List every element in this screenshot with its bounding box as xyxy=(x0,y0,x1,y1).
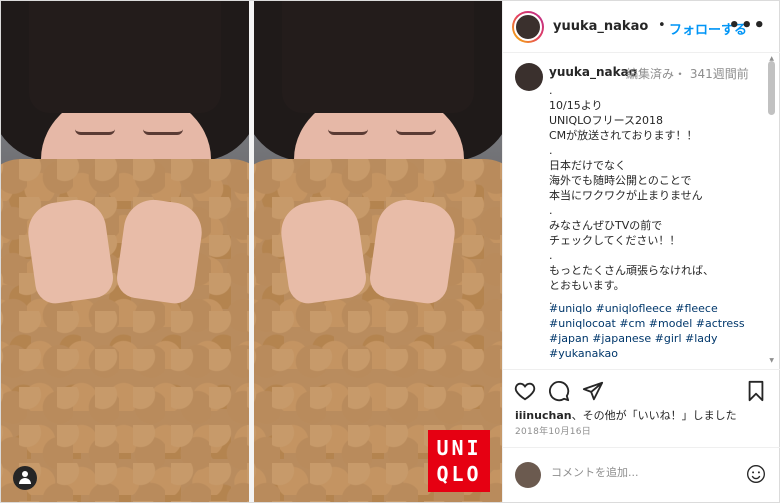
post-header: yuuka_nakao • フォローする ••• xyxy=(503,1,780,53)
likes-suffix[interactable]: 、その他が「いいね！」しました xyxy=(572,409,737,422)
post-sidebar: yuuka_nakao • フォローする ••• yuuka_nakao 編集済… xyxy=(502,1,780,502)
add-comment-bar xyxy=(503,447,780,502)
media-panel-left xyxy=(1,1,249,502)
post-media[interactable]: UNI QLO xyxy=(1,1,502,502)
caption-hashtags[interactable]: #uniqlo #uniqlofleece #fleece #uniqlocoa… xyxy=(549,301,759,361)
comments-area[interactable]: yuuka_nakao 編集済み・ 341週間前 . 10/15より UNIQL… xyxy=(503,53,780,369)
bookmark-icon[interactable] xyxy=(745,380,767,402)
comment-input[interactable] xyxy=(551,466,731,479)
avatar[interactable] xyxy=(512,11,544,43)
tag-user-icon[interactable] xyxy=(13,466,37,490)
share-icon[interactable] xyxy=(582,380,604,402)
action-bar xyxy=(503,369,780,405)
post-date[interactable]: 2018年10月16日 xyxy=(515,424,591,437)
scroll-down-arrow[interactable]: ▼ xyxy=(769,357,774,364)
caption-avatar[interactable] xyxy=(515,63,543,91)
header-username[interactable]: yuuka_nakao xyxy=(553,19,648,34)
caption-username[interactable]: yuuka_nakao xyxy=(549,65,637,79)
header-separator: • xyxy=(658,18,666,33)
liker-username[interactable]: iiinuchan xyxy=(515,409,572,422)
likes-summary: iiinuchan、その他が「いいね！」しました xyxy=(515,407,737,423)
current-user-avatar xyxy=(515,462,541,488)
more-icon[interactable]: ••• xyxy=(728,15,766,36)
heart-icon[interactable] xyxy=(514,380,536,402)
comment-icon[interactable] xyxy=(548,380,570,402)
uniqlo-logo: UNI QLO xyxy=(428,430,490,492)
media-panel-right xyxy=(254,1,502,502)
caption-text: . 10/15より UNIQLOフリース2018 CMが放送されております！！ … xyxy=(549,84,714,307)
caption-meta: 編集済み・ 341週間前 xyxy=(626,67,749,81)
scrollbar[interactable] xyxy=(768,61,775,115)
emoji-icon[interactable] xyxy=(746,464,766,484)
